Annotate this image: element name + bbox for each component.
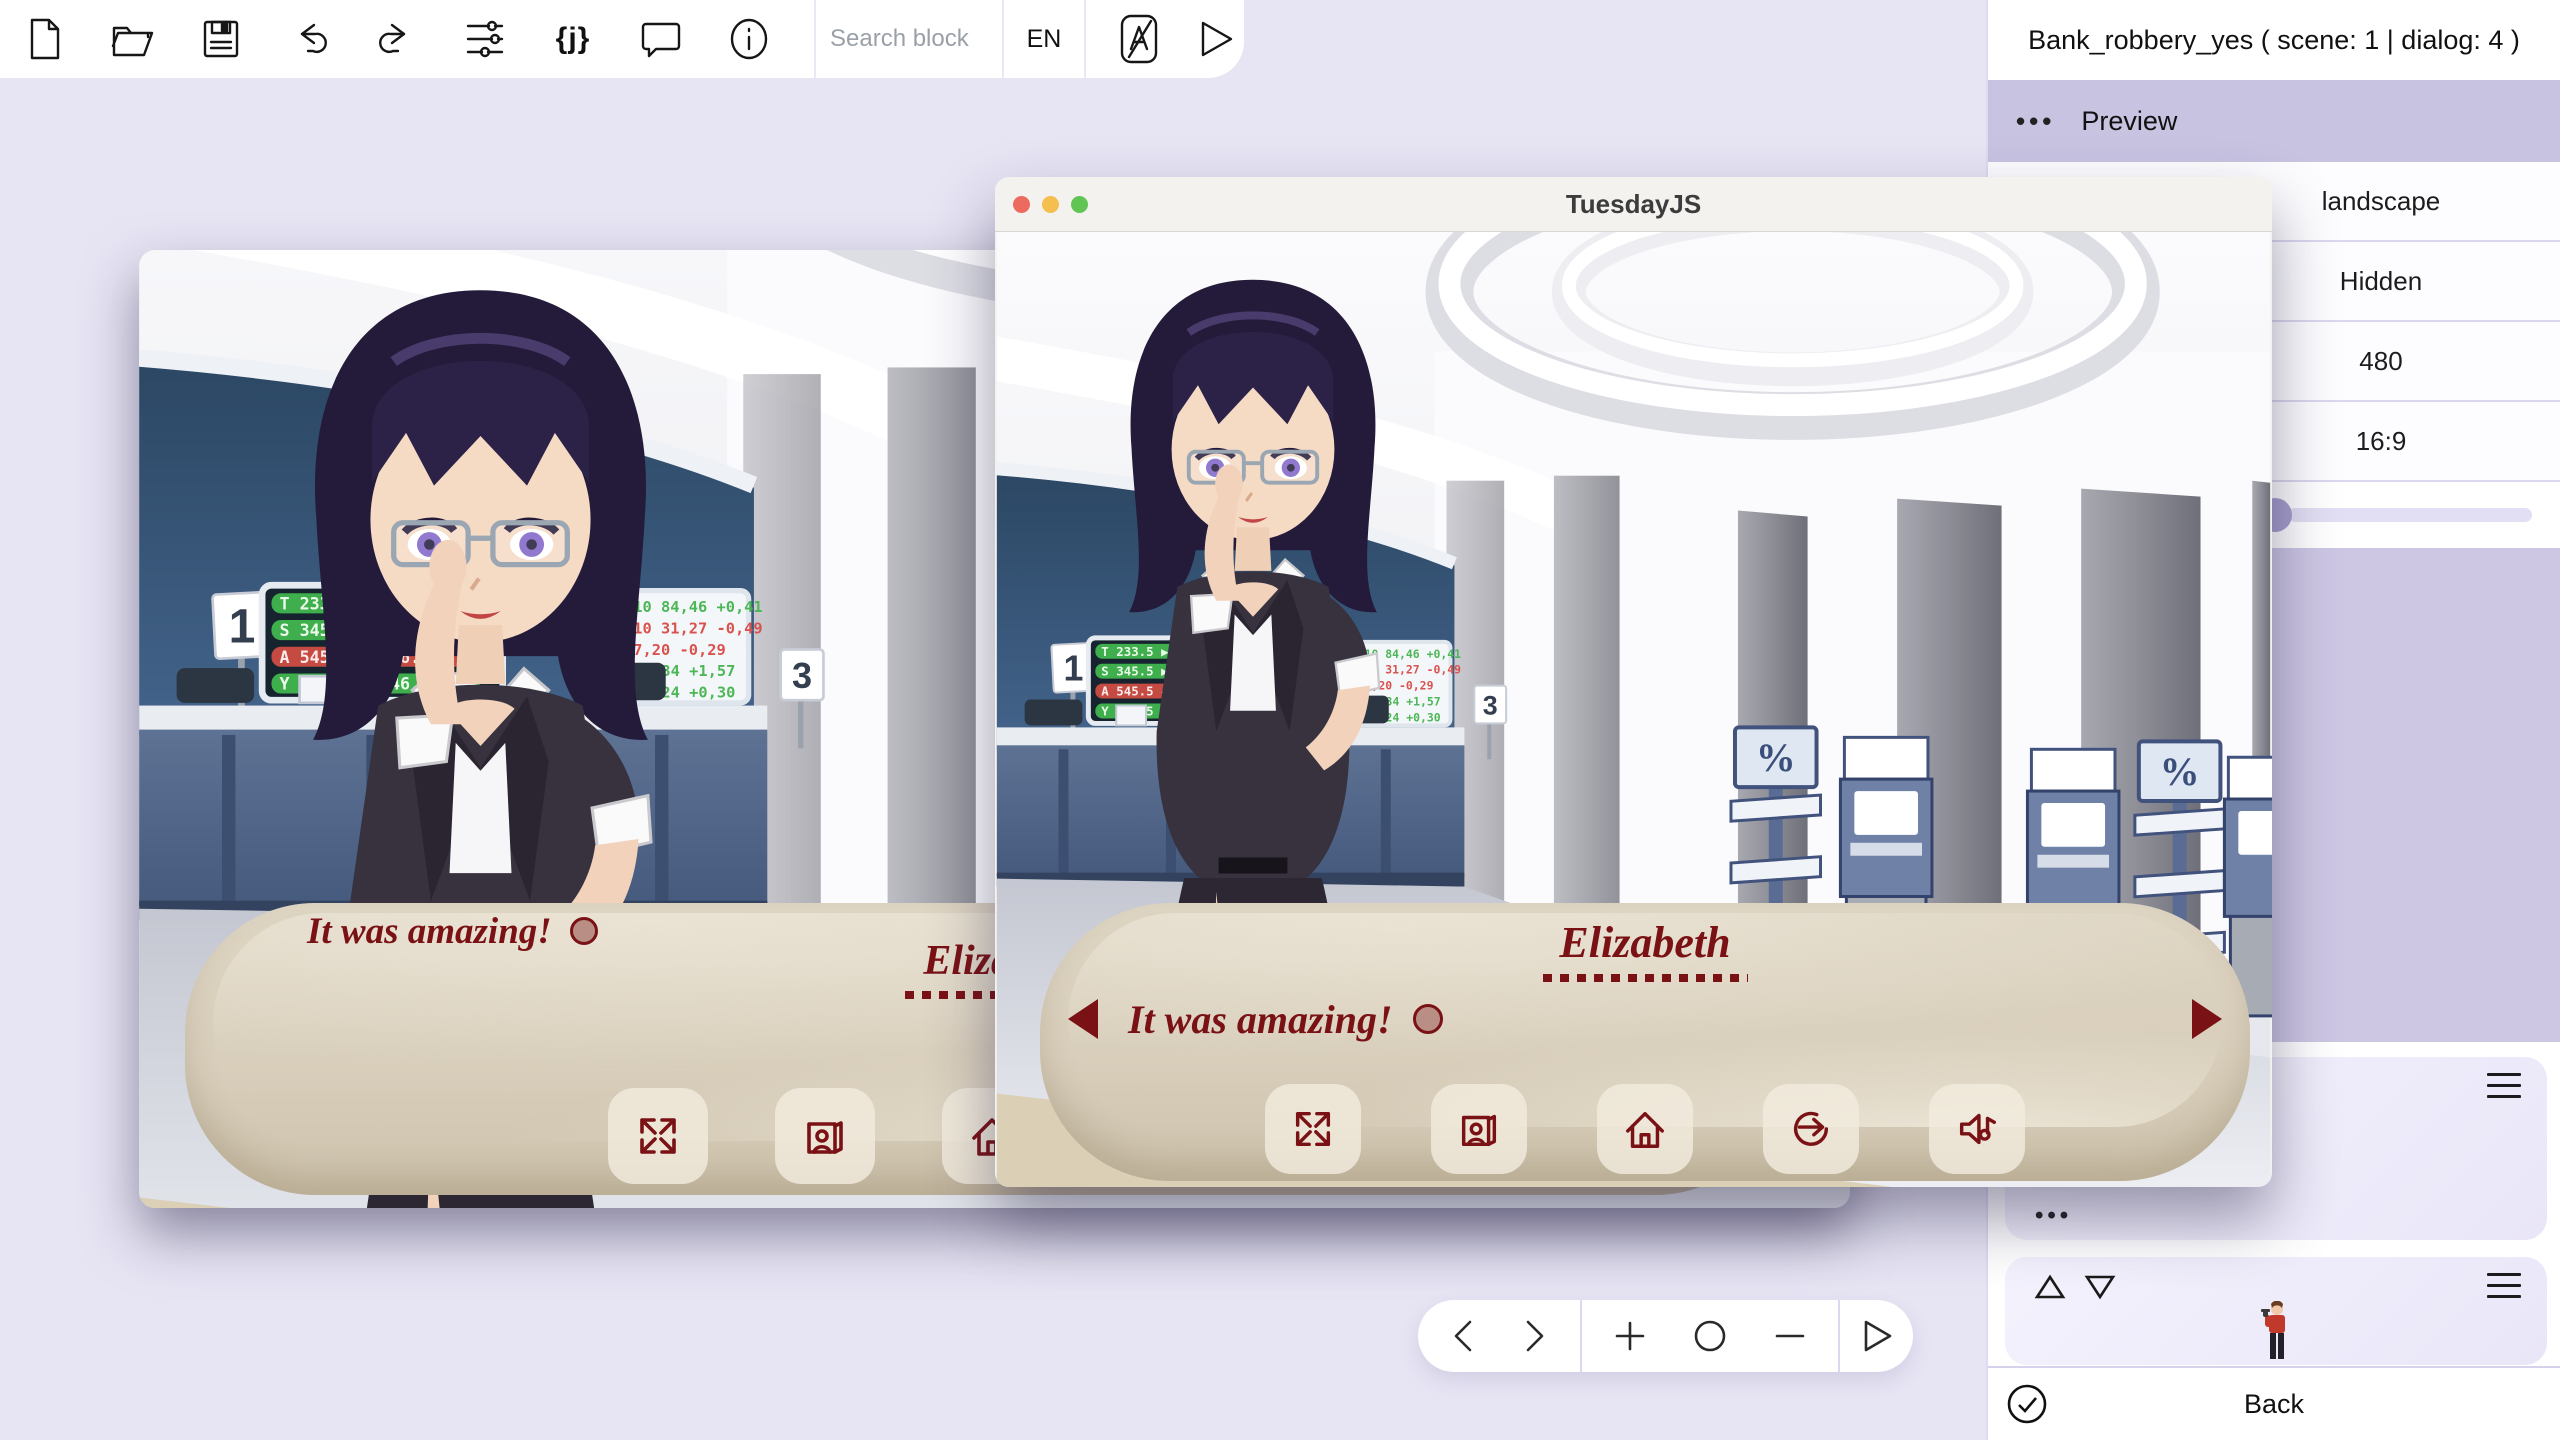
zoom-out-button[interactable] (1773, 1319, 1807, 1353)
new-file-button[interactable] (22, 16, 68, 62)
name-underline (1542, 974, 1748, 982)
scene-breadcrumb: Bank_robbery_yes ( scene: 1 | dialog: 4 … (1988, 0, 2560, 80)
fullscreen-button[interactable] (608, 1088, 708, 1184)
search-block-input[interactable] (816, 0, 1002, 78)
window-title: TuesdayJS (1565, 188, 1702, 219)
menu-icon[interactable] (2487, 1273, 2521, 1299)
minimize-window-icon[interactable] (1042, 196, 1059, 213)
volume-button[interactable] (1929, 1084, 2025, 1174)
more-options-icon[interactable]: ••• (2035, 1202, 2072, 1230)
choice-dot-icon[interactable] (1412, 1004, 1443, 1034)
close-window-icon[interactable] (1013, 196, 1030, 213)
character-thumbnail-robber[interactable] (2259, 1301, 2293, 1363)
run-button[interactable] (1192, 16, 1238, 62)
open-project-button[interactable] (110, 16, 156, 62)
move-down-icon[interactable] (2083, 1273, 2117, 1301)
menu-icon[interactable] (2487, 1073, 2521, 1099)
zoom-in-button[interactable] (1613, 1319, 1647, 1353)
main-toolbar: {j} EN (0, 0, 1244, 78)
next-dialog-arrow[interactable] (2192, 999, 2222, 1039)
preview-label: Preview (2081, 105, 2178, 136)
enter-scene-button[interactable] (1763, 1084, 1859, 1174)
play-preview-button[interactable] (1858, 1317, 1896, 1355)
save-button[interactable] (198, 16, 244, 62)
previous-dialog-arrow[interactable] (1068, 999, 1098, 1039)
more-options-icon[interactable]: ••• (2016, 106, 2055, 137)
speaker-name: Elizabeth (1559, 918, 1731, 967)
dialog-text: It was amazing! (1128, 996, 1393, 1042)
dialog-text: It was amazing! (307, 910, 552, 952)
home-button[interactable] (1597, 1084, 1693, 1174)
gallery-button[interactable] (1431, 1084, 1527, 1174)
character-layer-card (2005, 1257, 2547, 1365)
check-circle-icon (2006, 1383, 2048, 1430)
undo-button[interactable] (286, 16, 332, 62)
preview-section-header[interactable]: ••• Preview (1988, 80, 2560, 162)
fullscreen-button[interactable] (1265, 1084, 1361, 1174)
slider-track[interactable] (2288, 508, 2532, 522)
dialog-box: Elizabeth It was amazing! (1040, 903, 2250, 1181)
next-dialog-button[interactable] (1522, 1318, 1548, 1354)
move-up-icon[interactable] (2033, 1273, 2067, 1301)
back-button[interactable]: Back (1988, 1366, 2560, 1440)
gallery-button[interactable] (775, 1088, 875, 1184)
window-titlebar[interactable]: TuesdayJS (995, 177, 2272, 232)
json-code-button[interactable]: {j} (550, 16, 596, 62)
back-button-label: Back (2243, 1389, 2305, 1419)
editor-canvas: Bank_robbery_yes ( scene: 1 | dialog: 4 … (0, 0, 2560, 1440)
choice-dot-icon[interactable] (569, 917, 598, 945)
navigation-controls (1418, 1300, 1913, 1372)
text-style-button[interactable] (1116, 14, 1162, 64)
previous-dialog-button[interactable] (1450, 1318, 1476, 1354)
zoom-reset-button[interactable] (1691, 1317, 1729, 1355)
info-button[interactable] (726, 16, 772, 62)
settings-sliders-icon[interactable] (462, 16, 508, 62)
redo-button[interactable] (374, 16, 420, 62)
language-button[interactable]: EN (1004, 25, 1084, 54)
tuesdayjs-preview-window[interactable]: TuesdayJS Elizabeth It was amazing! (995, 177, 2272, 1187)
comment-button[interactable] (638, 16, 684, 62)
zoom-window-icon[interactable] (1071, 196, 1088, 213)
game-viewport: Elizabeth It was amazing! (995, 232, 2272, 1187)
